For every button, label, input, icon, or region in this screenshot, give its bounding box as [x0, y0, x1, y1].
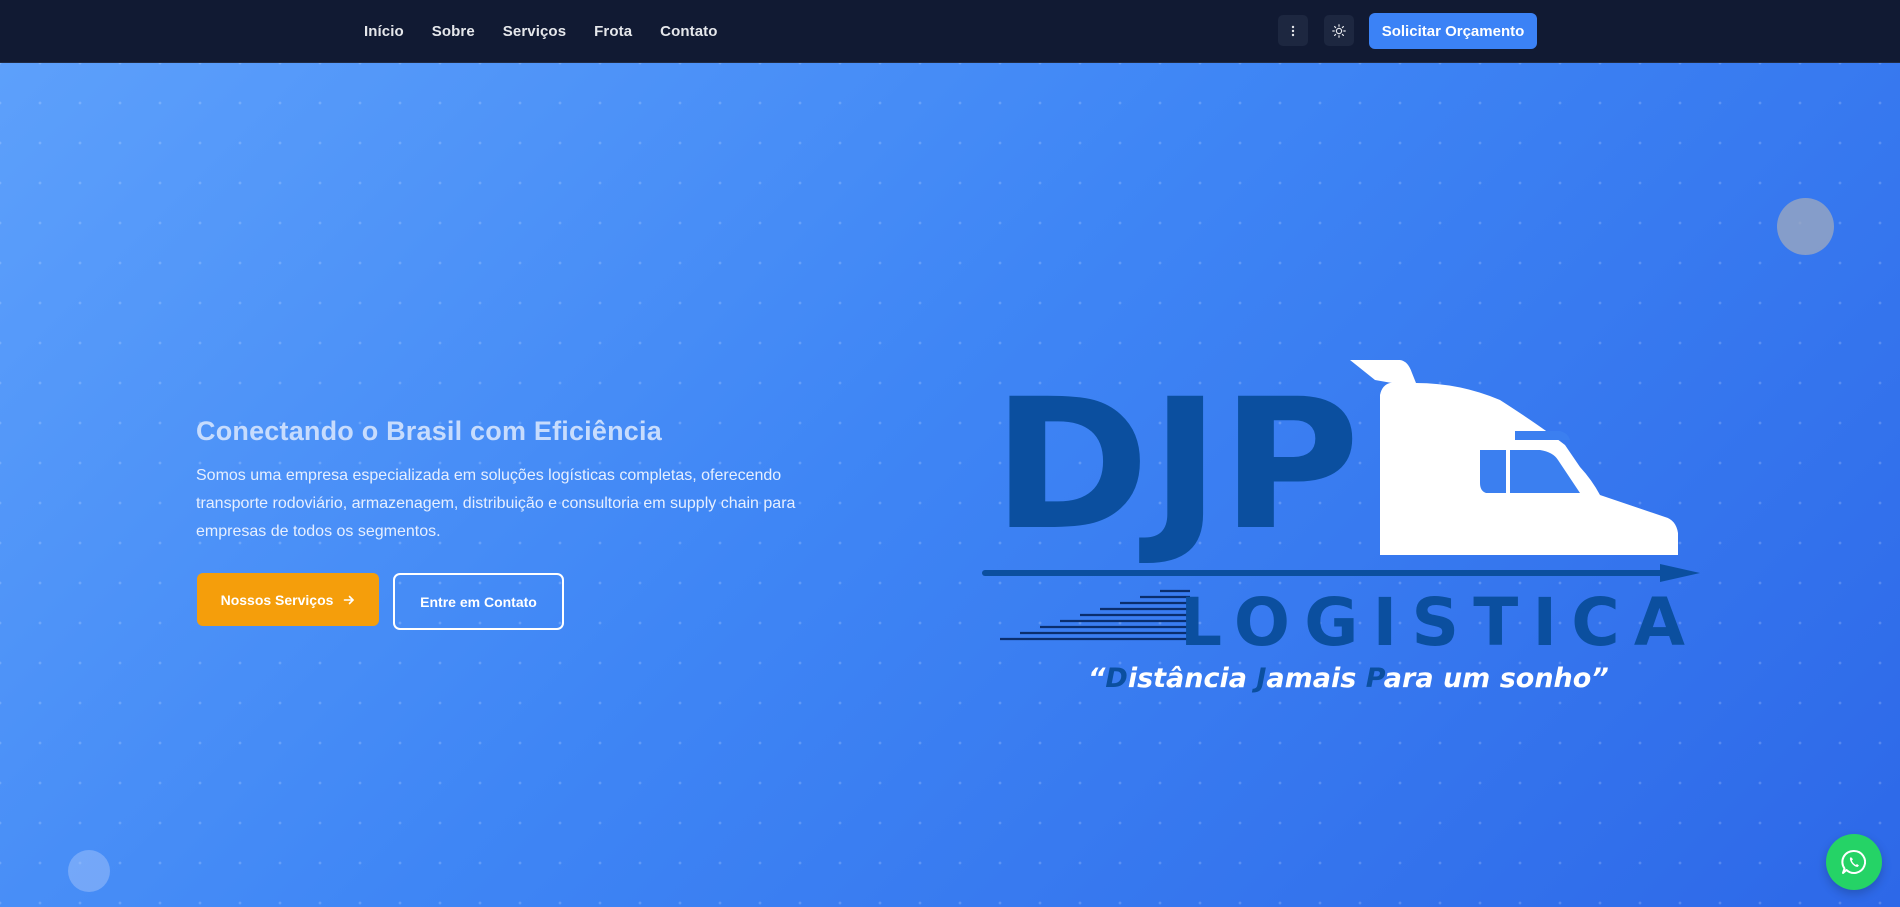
- contact-button[interactable]: Entre em Contato: [393, 573, 564, 630]
- theme-toggle-button[interactable]: [1324, 15, 1354, 46]
- main-nav: Início Sobre Serviços Frota Contato: [364, 0, 746, 62]
- decorative-circle: [1777, 198, 1834, 255]
- arrow-right-icon: [344, 595, 355, 604]
- hero-title: Conectando o Brasil com Eficiência: [196, 416, 662, 446]
- nav-link-servicos[interactable]: Serviços: [503, 23, 566, 40]
- sun-icon: [1332, 23, 1346, 38]
- more-menu-button[interactable]: [1278, 15, 1308, 46]
- services-button[interactable]: Nossos Serviços: [197, 573, 379, 626]
- nav-link-contato[interactable]: Contato: [660, 23, 717, 40]
- djp-logistica-logo: DJP LOGISTICA “Distância Jamais Para um …: [982, 360, 1700, 694]
- top-navbar: Início Sobre Serviços Frota Contato Soli…: [0, 0, 1900, 63]
- request-quote-button[interactable]: Solicitar Orçamento: [1369, 13, 1537, 49]
- services-button-label: Nossos Serviços: [220, 591, 334, 608]
- truck-icon: [1350, 360, 1678, 555]
- whatsapp-icon: [1841, 849, 1866, 874]
- decorative-circle: [68, 850, 110, 892]
- whatsapp-button[interactable]: [1826, 834, 1882, 890]
- nav-link-frota[interactable]: Frota: [594, 23, 632, 40]
- hero-description: Somos uma empresa especializada em soluç…: [196, 467, 796, 540]
- logo-slogan: “Distância Jamais Para um sonho”: [1088, 663, 1609, 694]
- speed-lines: [1000, 589, 1190, 641]
- logo-brand: DJP: [992, 361, 1360, 570]
- nav-link-inicio[interactable]: Início: [364, 23, 404, 40]
- logo-word: LOGISTICA: [1180, 584, 1685, 661]
- nav-link-sobre[interactable]: Sobre: [432, 23, 475, 40]
- more-vertical-icon: [1291, 25, 1295, 36]
